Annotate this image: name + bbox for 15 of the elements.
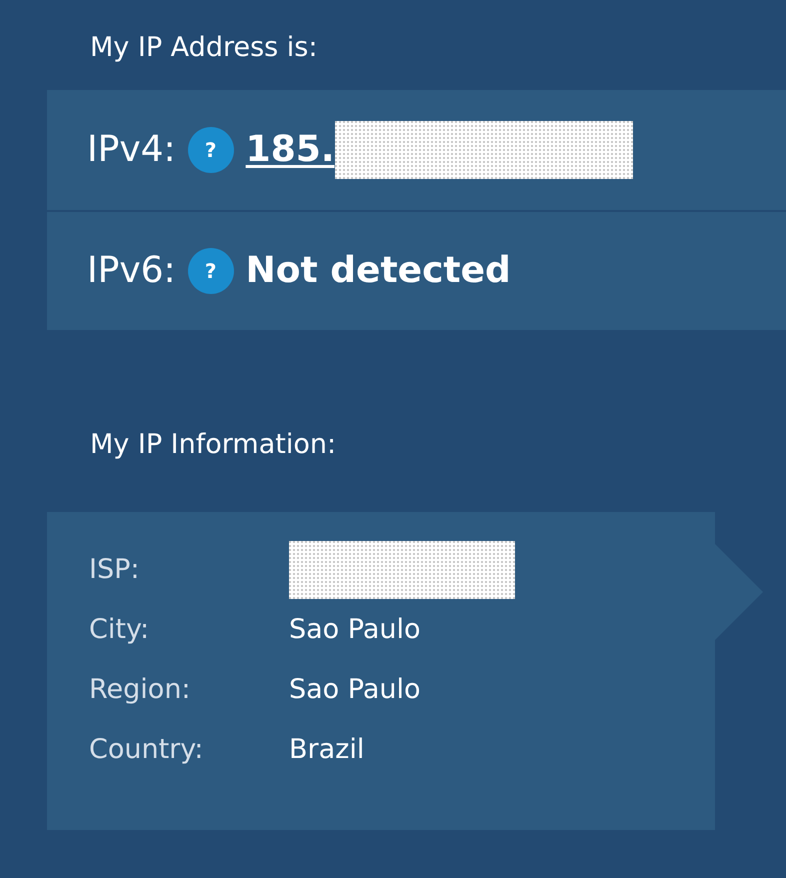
address-label: IPv6: xyxy=(87,249,176,293)
info-value: Sao Paulo xyxy=(289,612,421,647)
section-heading: My IP Address is: xyxy=(90,32,318,63)
help-icon[interactable]: ? xyxy=(188,248,234,294)
address-link[interactable]: 185. xyxy=(246,123,334,177)
help-icon[interactable]: ? xyxy=(188,127,234,173)
address-value: Not detected xyxy=(246,249,511,293)
info-value: Brazil xyxy=(289,732,364,767)
info-label: Region: xyxy=(89,672,192,707)
info-label: ISP: xyxy=(89,552,140,587)
info-label: City: xyxy=(89,612,150,647)
info-value: Sao Paulo xyxy=(289,672,421,707)
address-label: IPv4: xyxy=(87,128,176,172)
info-label: Country: xyxy=(89,732,204,767)
section-heading: My IP Information: xyxy=(90,429,336,460)
